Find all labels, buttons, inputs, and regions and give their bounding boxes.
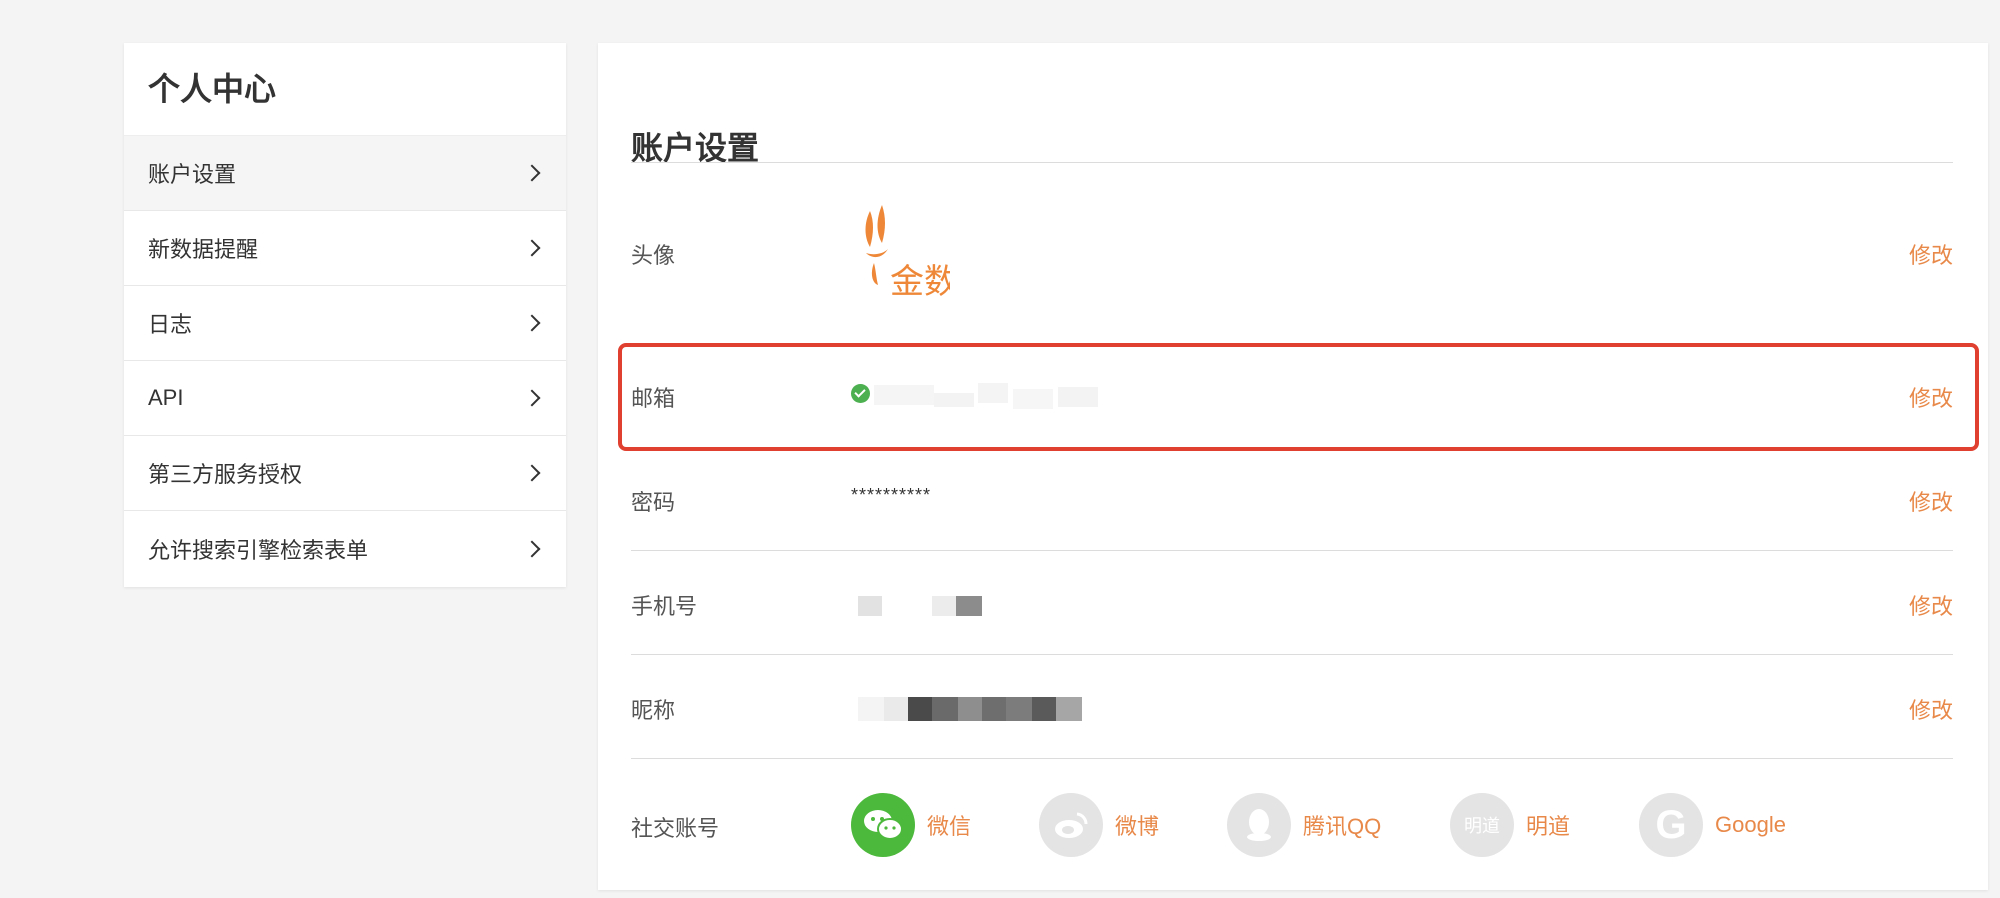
chevron-right-icon <box>523 389 541 407</box>
sidebar-item-search-engine-indexing[interactable]: 允许搜索引擎检索表单 <box>124 511 566 586</box>
edit-nickname-link[interactable]: 修改 <box>1909 693 1953 725</box>
verified-check-icon <box>851 384 870 403</box>
divider <box>631 162 1953 163</box>
nickname-label: 昵称 <box>631 698 676 723</box>
sidebar: 个人中心 账户设置 新数据提醒 日志 API 第三方服务授权 允许搜索引擎检索表… <box>124 43 566 587</box>
edit-avatar-link[interactable]: 修改 <box>1909 238 1953 270</box>
social-accounts-label: 社交账号 <box>631 816 720 841</box>
google-icon: G <box>1639 793 1703 857</box>
sidebar-item-third-party-auth[interactable]: 第三方服务授权 <box>124 436 566 511</box>
social-weibo-label: 微博 <box>1115 814 1160 839</box>
jinshuju-logo-icon: 金数据 <box>865 205 992 302</box>
social-wechat-label: 微信 <box>927 814 972 839</box>
edit-phone-link[interactable]: 修改 <box>1909 589 1953 621</box>
chevron-right-icon <box>523 540 541 557</box>
sidebar-item-label: 第三方服务授权 <box>148 462 303 487</box>
phone-label: 手机号 <box>631 594 698 619</box>
social-google[interactable]: G Google <box>1639 793 1786 857</box>
chevron-right-icon <box>523 314 541 332</box>
sidebar-item-account-settings[interactable]: 账户设置 <box>124 136 566 211</box>
avatar-label: 头像 <box>631 243 676 268</box>
password-value: ********** <box>851 485 932 505</box>
sidebar-title: 个人中心 <box>124 43 566 136</box>
divider <box>631 654 1953 655</box>
sidebar-item-label: API <box>148 385 184 410</box>
sidebar-item-api[interactable]: API <box>124 361 566 436</box>
social-qq[interactable]: 腾讯QQ <box>1227 793 1381 857</box>
qq-icon <box>1227 793 1291 857</box>
sidebar-item-label: 新数据提醒 <box>148 237 259 262</box>
chevron-right-icon <box>523 239 541 257</box>
chevron-right-icon <box>523 464 541 482</box>
divider <box>631 758 1953 759</box>
social-google-label: Google <box>1715 812 1786 837</box>
social-wechat[interactable]: 微信 <box>851 793 971 857</box>
email-highlight-box <box>618 343 1979 451</box>
wechat-icon <box>851 793 915 857</box>
edit-password-link[interactable]: 修改 <box>1909 485 1953 517</box>
email-label: 邮箱 <box>631 386 676 411</box>
svg-text:金数据: 金数据 <box>890 262 950 302</box>
sidebar-item-label: 日志 <box>148 312 193 337</box>
sidebar-item-label: 允许搜索引擎检索表单 <box>148 537 369 563</box>
chevron-right-icon <box>523 164 541 182</box>
avatar: 金数据 <box>860 203 992 305</box>
weibo-icon <box>1039 793 1103 857</box>
social-mingdao[interactable]: 明道 明道 <box>1450 793 1570 857</box>
sidebar-item-new-data-alerts[interactable]: 新数据提醒 <box>124 211 566 286</box>
password-label: 密码 <box>631 490 676 515</box>
sidebar-item-label: 账户设置 <box>148 162 237 187</box>
divider <box>631 550 1953 551</box>
social-qq-label: 腾讯QQ <box>1303 814 1382 839</box>
sidebar-item-logs[interactable]: 日志 <box>124 286 566 361</box>
account-settings-panel: 账户设置 头像 金数据 修改 邮箱 修改 密码 ********** 修改 手机… <box>598 43 1988 890</box>
social-weibo[interactable]: 微博 <box>1039 793 1159 857</box>
social-mingdao-label: 明道 <box>1526 814 1571 839</box>
mingdao-icon: 明道 <box>1450 793 1514 857</box>
edit-email-link[interactable]: 修改 <box>1909 381 1953 413</box>
